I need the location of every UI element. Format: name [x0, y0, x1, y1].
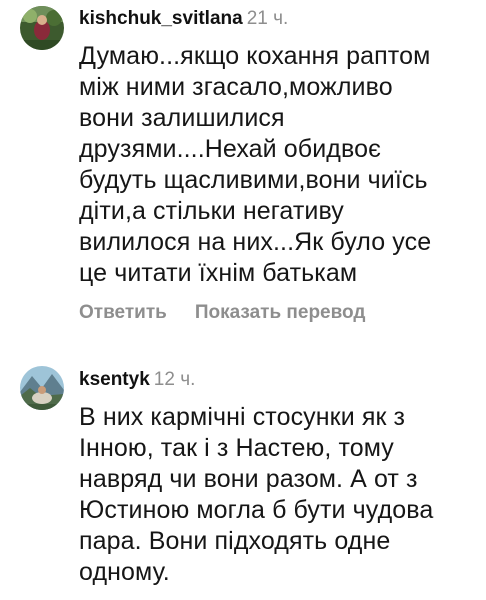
- show-translation-button[interactable]: Показать перевод: [195, 302, 366, 323]
- comment-text: Думаю...якщо кохання раптом між ними зга…: [79, 41, 478, 289]
- comment-text-line: діти,а стільки негативу: [79, 197, 344, 225]
- comment-username[interactable]: kishchuk_svitlana: [79, 8, 243, 29]
- comment-text-line: Інною, так і з Настею, тому: [79, 434, 394, 462]
- reply-button[interactable]: Ответить: [79, 302, 167, 323]
- comment-text-line: це читати їхнім батькам: [79, 259, 358, 287]
- profile-photo-icon[interactable]: [20, 366, 64, 410]
- comment-text: В них кармічні стосунки як з Інною, так …: [79, 402, 478, 588]
- comment-text-line: вилилося на них...Як було усе: [79, 228, 432, 256]
- comment-actions: Ответить Показать перевод: [79, 301, 478, 325]
- comment-text-line: друзями....Нехай обидвоє: [79, 135, 381, 163]
- comment-text-line: пара. Вони підходять одне: [79, 527, 391, 555]
- comment-text-line: будуть щасливими,вони чиїсь: [79, 166, 428, 194]
- comment-text-line: Думаю...якщо кохання раптом: [79, 42, 431, 70]
- comment-text-line: вони залишилися: [79, 104, 285, 132]
- comment-username[interactable]: ksentyk: [79, 369, 150, 390]
- comment-text-line: одному.: [79, 558, 170, 586]
- comment-text-line: між ними згасало,можливо: [79, 73, 393, 101]
- comment-text-line: навряд чи вони разом. А от з: [79, 465, 418, 493]
- profile-photo-icon[interactable]: [20, 6, 64, 50]
- comment-timestamp: 12 ч.: [153, 369, 196, 390]
- comment-timestamp: 21 ч.: [246, 8, 289, 29]
- comment-text-line: Юстиною могла б бути чудова: [79, 496, 434, 524]
- comment-text-line: В них кармічні стосунки як з: [79, 403, 406, 431]
